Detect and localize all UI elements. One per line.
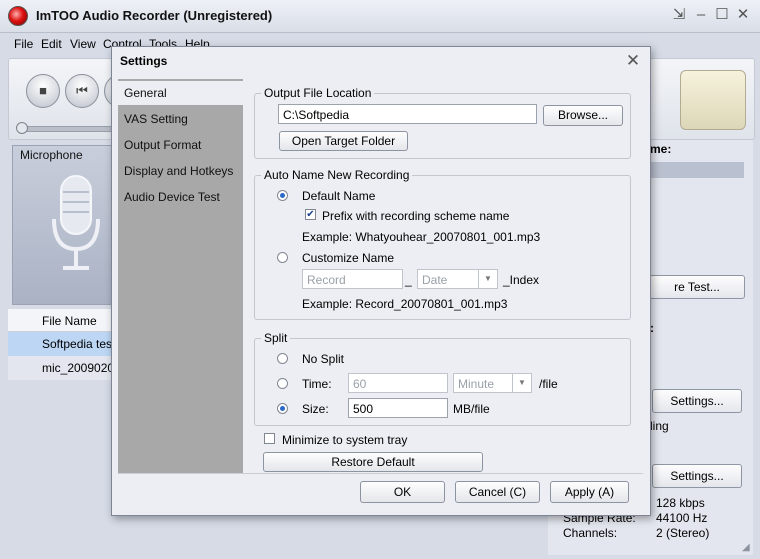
ok-button[interactable]: OK xyxy=(360,481,445,503)
split-size-input[interactable]: 500 xyxy=(348,398,448,418)
underscore-separator: _ xyxy=(405,273,412,287)
split-size-radio[interactable] xyxy=(277,403,288,414)
output-path-input[interactable]: C:\Softpedia xyxy=(278,104,537,124)
slider-handle[interactable] xyxy=(16,122,28,134)
restore-default-button[interactable]: Restore Default xyxy=(263,452,483,472)
menu-edit[interactable]: Edit xyxy=(41,37,62,51)
apply-button[interactable]: Apply (A) xyxy=(550,481,629,503)
prefix-checkbox[interactable]: ✔ xyxy=(305,209,316,220)
stop-button[interactable]: ■ xyxy=(26,74,60,108)
file-name-cell: mic_20090206 xyxy=(42,361,121,375)
channels-value: 2 (Stereo) xyxy=(656,526,710,540)
nav-item-output-format[interactable]: Output Format xyxy=(118,133,243,157)
date-select-value: Date xyxy=(422,273,448,287)
restore-icon[interactable]: ⇲ xyxy=(671,7,687,23)
custom-name-example: Example: Record_20070801_001.mp3 xyxy=(302,297,508,311)
channels-label: Channels: xyxy=(563,526,618,540)
resize-grip-icon[interactable]: ◢ xyxy=(742,543,752,553)
dialog-footer-divider xyxy=(118,473,643,474)
nav-item-display-hotkeys[interactable]: Display and Hotkeys xyxy=(118,159,243,183)
previous-button[interactable]: ⏮ xyxy=(65,74,99,108)
source-label: Microphone xyxy=(20,148,83,162)
browse-button[interactable]: Browse... xyxy=(543,105,623,126)
nav-item-audio-device-test[interactable]: Audio Device Test xyxy=(118,185,243,209)
split-size-label: Size: xyxy=(302,402,329,416)
split-legend: Split xyxy=(261,331,291,345)
open-target-folder-button[interactable]: Open Target Folder xyxy=(279,131,408,151)
default-name-example: Example: Whatyouhear_20070801_001.mp3 xyxy=(302,230,541,244)
source-panel xyxy=(12,145,117,305)
nav-item-vas-setting[interactable]: VAS Setting xyxy=(118,107,243,131)
record-name-input[interactable]: Record xyxy=(302,269,403,289)
bitrate-value: 128 kbps xyxy=(656,496,705,510)
name-label: me: xyxy=(650,142,672,156)
cancel-button[interactable]: Cancel (C) xyxy=(455,481,540,503)
nav-item-general[interactable]: General xyxy=(118,81,243,105)
settings-button-2[interactable]: Settings... xyxy=(652,464,742,488)
auto-name-legend: Auto Name New Recording xyxy=(261,168,413,182)
progress-slider[interactable] xyxy=(18,126,115,132)
device-test-button[interactable]: re Test... xyxy=(649,275,745,299)
customize-name-label: Customize Name xyxy=(302,251,395,265)
settings-button[interactable]: Settings... xyxy=(652,389,742,413)
table-row[interactable]: mic_20090206 xyxy=(8,356,121,380)
date-select[interactable]: Date ▼ xyxy=(417,269,498,289)
close-icon[interactable]: ✕ xyxy=(735,7,751,23)
file-table-header: File Name xyxy=(8,309,116,332)
name-field xyxy=(649,162,744,178)
size-unit-label: MB/file xyxy=(453,402,490,416)
status-display xyxy=(680,70,746,130)
maximize-icon[interactable]: ☐ xyxy=(714,7,730,23)
menu-file[interactable]: File xyxy=(14,37,33,51)
per-file-label: /file xyxy=(539,377,558,391)
split-time-label: Time: xyxy=(302,377,332,391)
default-name-radio[interactable] xyxy=(277,190,288,201)
default-name-label: Default Name xyxy=(302,189,376,203)
chevron-down-icon: ▼ xyxy=(478,270,497,288)
time-unit-select[interactable]: Minute ▼ xyxy=(453,373,532,393)
customize-name-radio[interactable] xyxy=(277,252,288,263)
app-icon xyxy=(8,6,28,26)
minimize-tray-label: Minimize to system tray xyxy=(282,433,408,447)
stop-icon: ■ xyxy=(39,83,47,98)
column-file-name[interactable]: File Name xyxy=(42,314,97,328)
menu-view[interactable]: View xyxy=(70,37,96,51)
minimize-tray-checkbox[interactable] xyxy=(264,433,275,444)
table-row[interactable]: Softpedia test xyxy=(8,332,116,356)
split-time-radio[interactable] xyxy=(277,378,288,389)
window-title: ImTOO Audio Recorder (Unregistered) xyxy=(36,8,273,23)
partial-label: ling xyxy=(650,419,669,433)
dialog-close-icon[interactable]: ✕ xyxy=(624,52,642,70)
previous-icon: ⏮ xyxy=(76,83,88,98)
time-unit-value: Minute xyxy=(458,377,495,391)
no-split-label: No Split xyxy=(302,352,345,366)
split-time-input[interactable]: 60 xyxy=(348,373,448,393)
sample-rate-value: 44100 Hz xyxy=(656,511,708,525)
output-location-legend: Output File Location xyxy=(261,86,375,100)
chevron-down-icon: ▼ xyxy=(512,374,531,392)
prefix-label: Prefix with recording scheme name xyxy=(322,209,510,223)
microphone-icon xyxy=(52,175,100,270)
index-label: _Index xyxy=(503,273,540,287)
no-split-radio[interactable] xyxy=(277,353,288,364)
minimize-icon[interactable]: – xyxy=(693,7,709,23)
file-name-cell: Softpedia test xyxy=(42,337,116,351)
dialog-title: Settings xyxy=(120,54,168,68)
